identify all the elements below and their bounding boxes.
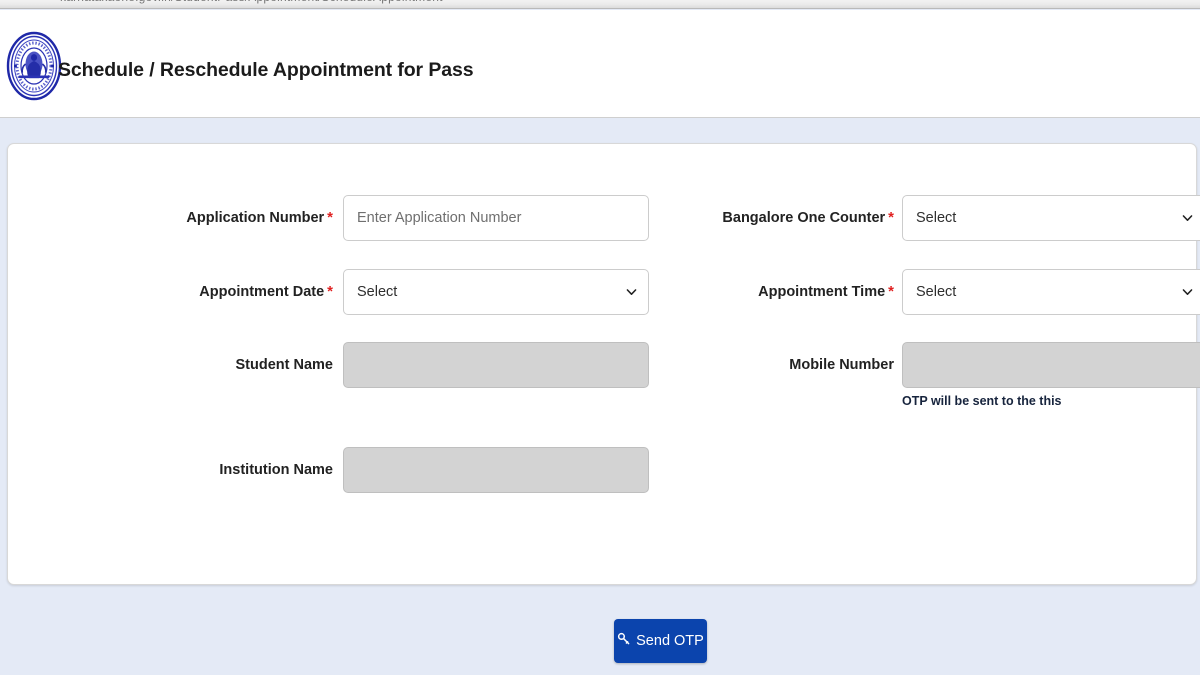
bangalore-one-counter-label: Bangalore One Counter * [722, 195, 894, 241]
field-row-appointment-time: Appointment Time * Select [656, 269, 1200, 315]
app-header: Schedule / Reschedule Appointment for Pa… [0, 10, 1200, 118]
send-otp-button[interactable]: Send OTP [614, 619, 707, 663]
field-row-bangalore-one-counter: Bangalore One Counter * Select [656, 195, 1200, 241]
page-root: karnatakaone.gov.in/StudentPass/Appointm… [0, 0, 1200, 675]
student-name-control [343, 342, 649, 388]
government-seal-icon [6, 31, 62, 101]
field-row-mobile-number: Mobile Number OTP will be sent to the th… [656, 342, 1200, 408]
appointment-date-select[interactable]: Select [343, 269, 649, 315]
appointment-date-selected-value: Select [357, 284, 398, 300]
appointment-time-label: Appointment Time * [758, 269, 894, 315]
field-row-student-name: Student Name [8, 342, 656, 388]
student-name-input [343, 342, 649, 388]
required-asterisk: * [327, 283, 333, 300]
appointment-time-control: Select [902, 269, 1200, 315]
bangalore-one-counter-select[interactable]: Select [902, 195, 1200, 241]
key-icon [617, 632, 631, 650]
browser-address-strip: karnatakaone.gov.in/StudentPass/Appointm… [0, 0, 1200, 9]
application-number-label: Application Number * [186, 195, 333, 241]
mobile-number-label-text: Mobile Number [789, 357, 894, 373]
chevron-down-icon [1182, 287, 1193, 298]
page-title: Schedule / Reschedule Appointment for Pa… [58, 59, 474, 81]
field-row-institution-name: Institution Name [8, 447, 656, 493]
mobile-number-label: Mobile Number [789, 342, 894, 388]
send-otp-label: Send OTP [636, 633, 704, 649]
bangalore-one-counter-control: Select [902, 195, 1200, 241]
chevron-down-icon [1182, 213, 1193, 224]
application-number-control [343, 195, 649, 241]
required-asterisk: * [327, 209, 333, 226]
student-name-label: Student Name [236, 342, 334, 388]
browser-address-text: karnatakaone.gov.in/StudentPass/Appointm… [60, 0, 443, 4]
field-row-appointment-date: Appointment Date * Select [8, 269, 656, 315]
appointment-date-control: Select [343, 269, 649, 315]
otp-helper-text: OTP will be sent to the this [902, 394, 1062, 408]
chevron-down-icon [626, 287, 637, 298]
appointment-time-label-text: Appointment Time [758, 284, 886, 300]
mobile-number-control [902, 342, 1200, 388]
institution-name-label-text: Institution Name [219, 462, 333, 478]
appointment-date-label: Appointment Date * [199, 269, 333, 315]
appointment-time-select[interactable]: Select [902, 269, 1200, 315]
bangalore-one-counter-selected-value: Select [916, 210, 957, 226]
bangalore-one-counter-label-text: Bangalore One Counter [722, 210, 886, 226]
application-number-input[interactable] [343, 195, 649, 241]
appointment-date-label-text: Appointment Date [199, 284, 325, 300]
appointment-time-selected-value: Select [916, 284, 957, 300]
required-asterisk: * [888, 209, 894, 226]
institution-name-control [343, 447, 649, 493]
institution-name-input [343, 447, 649, 493]
student-name-label-text: Student Name [235, 357, 334, 373]
field-row-application-number: Application Number * [8, 195, 656, 241]
institution-name-label: Institution Name [219, 447, 333, 493]
application-number-label-text: Application Number [186, 210, 325, 226]
appointment-form-card: Application Number* Bangalore One Counte… [7, 143, 1200, 585]
mobile-number-input [902, 342, 1200, 388]
required-asterisk: * [888, 283, 894, 300]
